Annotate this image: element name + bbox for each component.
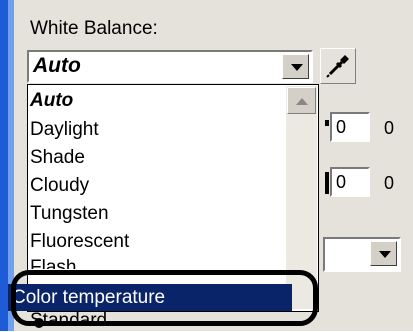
option-shade[interactable]: Shade [30,145,85,171]
left-rail [0,0,8,331]
white-balance-combo[interactable]: Auto [27,50,313,83]
option-cloudy[interactable]: Cloudy [30,173,89,199]
eyedropper-button[interactable] [320,48,356,84]
dropdown-arrow-icon [379,251,391,258]
partial-mark [325,120,329,126]
secondary-dropdown-button[interactable] [370,241,397,266]
value-field-1[interactable]: 0 [330,112,370,142]
dropdown-arrow-icon [291,64,303,71]
white-balance-title: White Balance: [30,18,158,39]
highlight-callout [11,270,318,326]
secondary-combo[interactable] [323,237,401,272]
option-auto[interactable]: Auto [30,88,73,114]
option-flash[interactable]: Flash [30,255,76,269]
white-balance-selected: Auto [33,54,81,77]
partial-mark [325,172,329,194]
value-tail-2: 0 [384,173,395,193]
option-tungsten[interactable]: Tungsten [30,201,109,227]
dropdown-button[interactable] [282,54,309,79]
value-tail-1: 0 [384,118,395,138]
scroll-up-button[interactable] [287,87,316,114]
option-daylight[interactable]: Daylight [30,117,99,143]
eyedropper-icon [326,55,349,78]
option-fluorescent[interactable]: Fluorescent [30,229,129,255]
scroll-up-icon [296,98,308,105]
value-field-2[interactable]: 0 [330,167,370,197]
